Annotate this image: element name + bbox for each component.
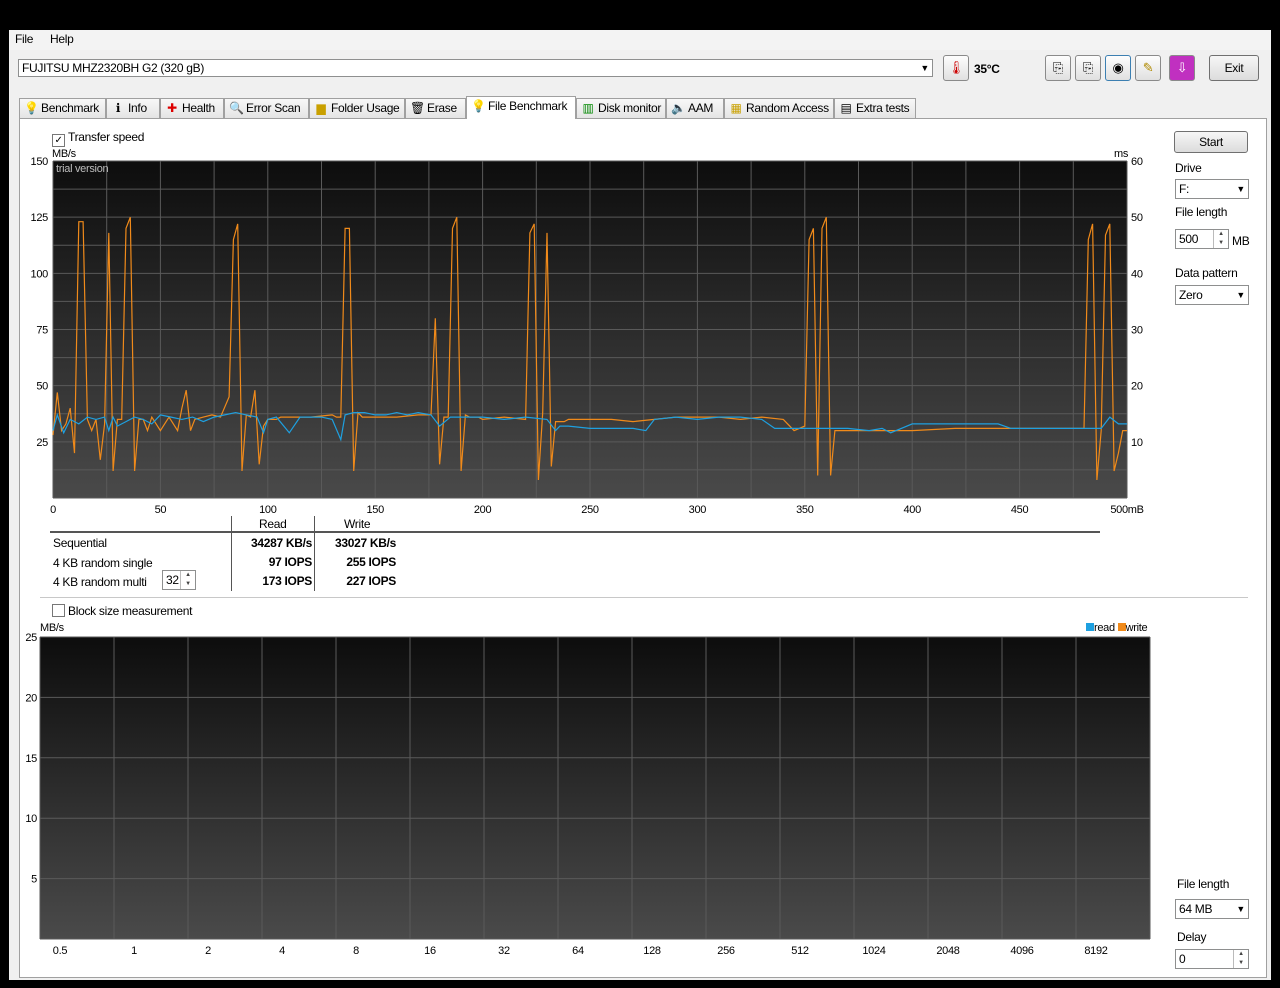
tab-label: Error Scan xyxy=(246,101,301,115)
y-tick-label: 20 xyxy=(25,692,37,704)
tab-disk-monitor[interactable]: ▥ Disk monitor xyxy=(576,98,666,118)
speaker-icon: 🔈 xyxy=(671,101,686,115)
tab-error-scan[interactable]: 🔍 Error Scan xyxy=(224,98,309,118)
x-tick-label: 4096 xyxy=(1010,945,1033,957)
x-tick-label: 128 xyxy=(643,945,661,957)
tab-label: Disk monitor xyxy=(598,101,662,115)
x-tick-label: 2 xyxy=(205,945,211,957)
spinner-arrows-icon[interactable]: ▲ ▼ xyxy=(1233,950,1248,968)
menu-help[interactable]: Help xyxy=(50,32,74,46)
menu-bar: File Help xyxy=(9,30,1271,50)
temperature-readout: 35°C xyxy=(974,62,1000,76)
tab-label: Random Access xyxy=(746,101,829,115)
magnifier-icon: 🔍 xyxy=(229,101,244,115)
x-tick-label: 1 xyxy=(131,945,137,957)
data-pattern-select[interactable]: Zero ▼ xyxy=(1175,285,1249,305)
tab-label: Extra tests xyxy=(856,101,910,115)
copy-text-icon[interactable]: ⎘ xyxy=(1045,55,1071,81)
exit-button[interactable]: Exit xyxy=(1209,55,1259,81)
delay-input[interactable]: 0 ▲ ▼ xyxy=(1175,949,1249,969)
chevron-down-icon: ▼ xyxy=(1236,904,1245,914)
tab-label: AAM xyxy=(688,101,714,115)
x-tick-label: 64 xyxy=(572,945,584,957)
chevron-down-icon: ▼ xyxy=(920,63,929,73)
options-icon[interactable]: ✎ xyxy=(1135,55,1161,81)
tab-health[interactable]: ✚ Health xyxy=(160,98,224,118)
tab-label: Folder Usage xyxy=(331,101,400,115)
drive-select[interactable]: FUJITSU MHZ2320BH G2 (320 gB) ▼ xyxy=(18,59,933,77)
chevron-down-icon: ▼ xyxy=(1236,290,1245,300)
file-benchmark-panel: ✓ Transfer speed MB/s ms 0 50 100 150 200 250 3… xyxy=(19,118,1267,978)
thermometer-icon[interactable]: 🌡 xyxy=(943,55,969,81)
start-button[interactable]: Start xyxy=(1174,131,1248,153)
tab-file-benchmark[interactable]: 💡 File Benchmark xyxy=(466,96,576,119)
chevron-down-icon: ▼ xyxy=(1236,184,1245,194)
drive-select-value: FUJITSU MHZ2320BH G2 (320 gB) xyxy=(22,61,205,75)
grid-icon: ▦ xyxy=(730,101,742,115)
tab-benchmark[interactable]: 💡 Benchmark xyxy=(19,98,106,118)
bulb-icon: 💡 xyxy=(471,99,486,113)
trash-icon: 🗑 xyxy=(410,101,425,115)
y-tick-label: 5 xyxy=(31,874,37,886)
tab-random-access[interactable]: ▦ Random Access xyxy=(724,98,834,118)
tab-info[interactable]: ℹ Info xyxy=(106,98,160,118)
tab-label: Erase xyxy=(427,101,457,115)
plot-area xyxy=(40,637,1150,939)
drive-letter-value: F: xyxy=(1179,182,1190,196)
app-window: File Help FUJITSU MHZ2320BH G2 (320 gB) … xyxy=(9,30,1271,980)
x-tick-label: 32 xyxy=(498,945,510,957)
x-tick-label: 0.5 xyxy=(53,945,68,957)
tab-extra-tests[interactable]: ▤ Extra tests xyxy=(834,98,916,118)
block-file-length-label: File length xyxy=(1177,877,1230,891)
x-tick-label: 16 xyxy=(424,945,436,957)
file-length-unit: MB xyxy=(1232,234,1250,248)
delay-label: Delay xyxy=(1177,930,1207,944)
bulb-icon: 💡 xyxy=(24,101,39,115)
folder-icon: ▆ xyxy=(316,101,326,115)
delay-value: 0 xyxy=(1179,952,1186,966)
copy-info-icon[interactable]: ⎘ xyxy=(1075,55,1101,81)
block-file-length-select[interactable]: 64 MB ▼ xyxy=(1175,899,1249,919)
tab-erase[interactable]: 🗑 Erase xyxy=(405,98,466,118)
tab-label: File Benchmark xyxy=(488,99,568,113)
tab-label: Info xyxy=(128,101,147,115)
x-tick-label: 8192 xyxy=(1084,945,1107,957)
block-file-length-value: 64 MB xyxy=(1179,902,1213,916)
drive-letter-select[interactable]: F: ▼ xyxy=(1175,179,1249,199)
x-tick-label: 1024 xyxy=(862,945,885,957)
chart-icon: ▥ xyxy=(582,101,594,115)
camera-icon[interactable]: ◉ xyxy=(1105,55,1131,81)
download-icon[interactable]: ⇩ xyxy=(1169,55,1195,81)
file-length-label: File length xyxy=(1175,205,1228,219)
y-tick-label: 10 xyxy=(25,813,37,825)
spinner-arrows-icon[interactable]: ▲ ▼ xyxy=(1213,230,1228,248)
menu-file[interactable]: File xyxy=(15,32,33,46)
extra-icon: ▤ xyxy=(840,101,852,115)
y-tick-label: 15 xyxy=(25,753,37,765)
info-icon: ℹ xyxy=(115,101,121,115)
block-size-chart: 0.5 1 2 4 8 16 32 64 128 256 512 1024 2048 4096 8192 5 1… xyxy=(25,632,1151,957)
data-pattern-value: Zero xyxy=(1179,288,1203,302)
x-tick-label: 256 xyxy=(717,945,735,957)
tab-aam[interactable]: 🔈 AAM xyxy=(666,98,724,118)
health-cross-icon: ✚ xyxy=(167,101,177,115)
y-tick-label: 25 xyxy=(25,632,37,644)
x-tick-label: 8 xyxy=(353,945,359,957)
tab-label: Health xyxy=(182,101,215,115)
toolbar: FUJITSU MHZ2320BH G2 (320 gB) ▼ 🌡 35°C ⎘… xyxy=(9,52,1271,88)
x-tick-label: 2048 xyxy=(936,945,959,957)
tab-label: Benchmark xyxy=(41,101,99,115)
file-length-value: 500 xyxy=(1179,232,1199,246)
data-pattern-label: Data pattern xyxy=(1175,266,1238,280)
x-tick-label: 512 xyxy=(791,945,809,957)
x-tick-label: 4 xyxy=(279,945,285,957)
file-length-input[interactable]: 500 ▲ ▼ xyxy=(1175,229,1229,249)
tab-folder-usage[interactable]: ▆ Folder Usage xyxy=(309,98,405,118)
